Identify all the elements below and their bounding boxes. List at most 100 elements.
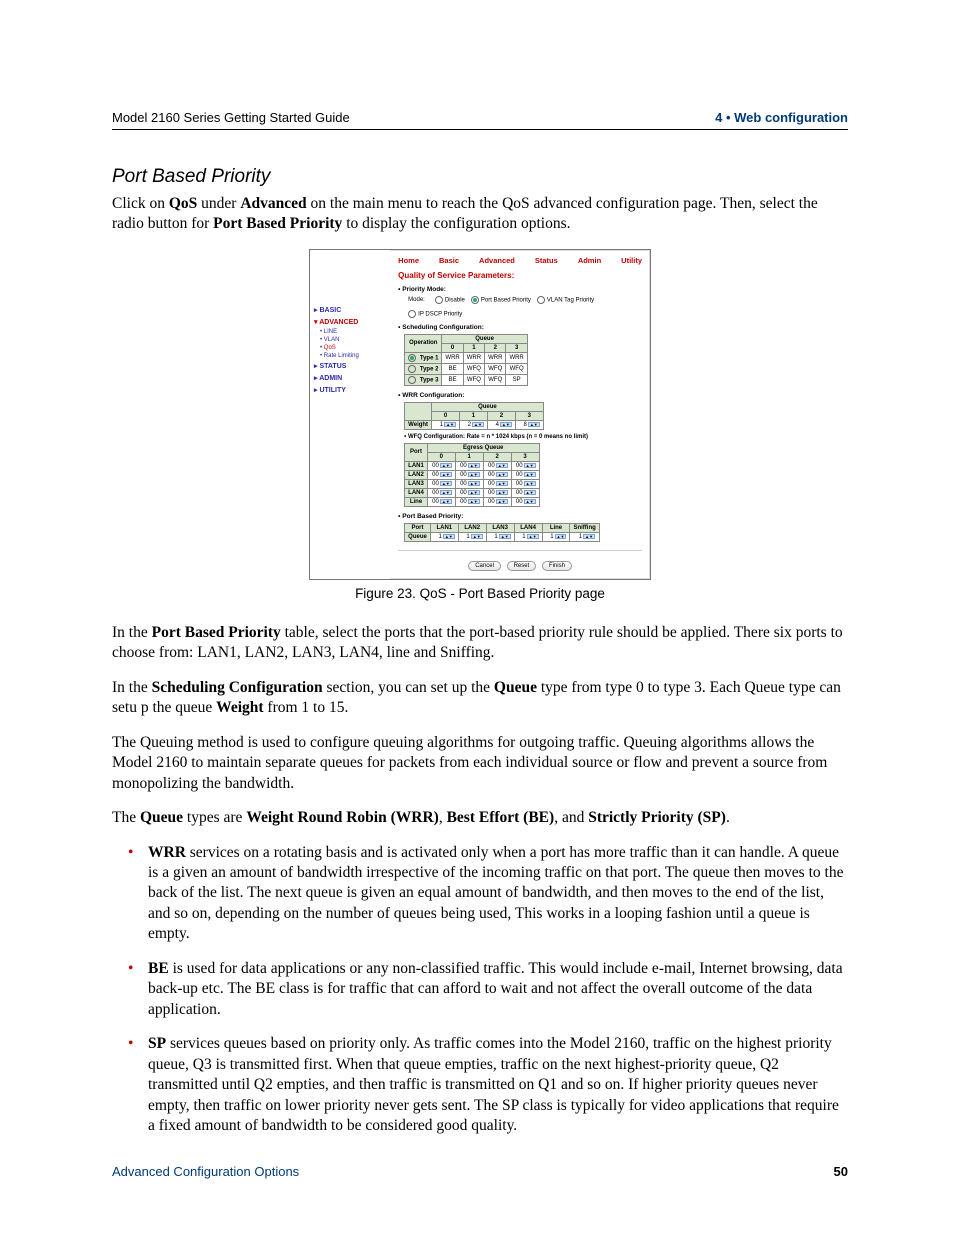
wrr-head: WRR Configuration: xyxy=(398,392,642,399)
wfq-cell[interactable]: 00▲▼ xyxy=(511,461,539,470)
label: Port Based Priority xyxy=(481,297,531,303)
wfq-cell[interactable]: 00▲▼ xyxy=(455,461,483,470)
egress-head: Egress Queue xyxy=(427,443,539,452)
pbp-line[interactable]: 1▲▼ xyxy=(542,532,570,541)
row-label: LAN4 xyxy=(405,488,428,497)
mode-row: Mode: Disable Port Based Priority VLAN T… xyxy=(398,296,642,318)
cell: WFQ xyxy=(485,363,506,374)
divider xyxy=(398,550,642,551)
wfq-cell[interactable]: 00▲▼ xyxy=(483,497,511,506)
sidebar-status[interactable]: ▸ STATUS xyxy=(310,360,390,372)
wfq-cell[interactable]: 00▲▼ xyxy=(455,470,483,479)
wfq-cell[interactable]: 00▲▼ xyxy=(483,479,511,488)
chapter-label: 4 • Web configuration xyxy=(715,110,848,125)
table-row: Line00▲▼00▲▼00▲▼00▲▼ xyxy=(405,497,539,506)
nav-advanced[interactable]: Advanced xyxy=(479,256,515,265)
col-queue: Queue xyxy=(442,334,527,343)
q0: 0 xyxy=(432,411,460,420)
q3: 3 xyxy=(511,452,539,461)
type3-radio[interactable] xyxy=(408,376,416,384)
wfq-cell[interactable]: 00▲▼ xyxy=(455,479,483,488)
weight-2[interactable]: 4▲▼ xyxy=(487,420,515,429)
wfq-cell[interactable]: 00▲▼ xyxy=(427,470,455,479)
wfq-cell[interactable]: 00▲▼ xyxy=(455,497,483,506)
mode-disable[interactable]: Disable xyxy=(435,296,465,304)
cell: WFQ xyxy=(463,363,484,374)
pbp-lan4[interactable]: 1▲▼ xyxy=(514,532,542,541)
wfq-cell[interactable]: 00▲▼ xyxy=(427,497,455,506)
sidebar-item-line[interactable]: LINE xyxy=(310,328,390,336)
pbp-lan3[interactable]: 1▲▼ xyxy=(486,532,514,541)
cell: BE xyxy=(442,374,463,385)
pbp-table: Port LAN1 LAN2 LAN3 LAN4 Line Sniffing Q… xyxy=(404,523,600,542)
list-item: WRR services on a rotating basis and is … xyxy=(132,843,848,945)
list-item: BE is used for data applications or any … xyxy=(132,959,848,1020)
sidebar: ▸ BASIC ▾ ADVANCED LINE VLAN QoS Rate Li… xyxy=(310,250,390,579)
weight-0[interactable]: 1▲▼ xyxy=(432,420,460,429)
wfq-cell[interactable]: 00▲▼ xyxy=(427,461,455,470)
cell: WRR xyxy=(506,352,527,363)
table-row: Queue 1▲▼ 1▲▼ 1▲▼ 1▲▼ 1▲▼ 1▲▼ xyxy=(405,532,600,541)
reset-button[interactable]: Reset xyxy=(507,561,537,571)
table-row: Type 2 BE WFQ WFQ WFQ xyxy=(405,363,528,374)
finish-button[interactable]: Finish xyxy=(542,561,572,571)
pbp-lan2[interactable]: 1▲▼ xyxy=(458,532,486,541)
sidebar-advanced[interactable]: ▾ ADVANCED xyxy=(310,316,390,328)
figure-caption: Figure 23. QoS - Port Based Priority pag… xyxy=(112,586,848,601)
nav-status[interactable]: Status xyxy=(535,256,558,265)
qos-screenshot: ▸ BASIC ▾ ADVANCED LINE VLAN QoS Rate Li… xyxy=(309,249,651,580)
col-lan3: LAN3 xyxy=(486,523,514,532)
sched-config-head: Scheduling Configuration: xyxy=(398,324,642,331)
wfq-cell[interactable]: 00▲▼ xyxy=(511,488,539,497)
nav-home[interactable]: Home xyxy=(398,256,419,265)
table-row: LAN300▲▼00▲▼00▲▼00▲▼ xyxy=(405,479,539,488)
col-lan2: LAN2 xyxy=(458,523,486,532)
header-rule xyxy=(112,129,848,130)
row-label: Weight xyxy=(405,420,432,429)
doc-title: Model 2160 Series Getting Started Guide xyxy=(112,110,350,125)
label: BASIC xyxy=(319,307,341,314)
weight-3[interactable]: 8▲▼ xyxy=(515,420,543,429)
wfq-cell[interactable]: 00▲▼ xyxy=(427,488,455,497)
nav-basic[interactable]: Basic xyxy=(439,256,459,265)
mode-ip-dscp[interactable]: IP DSCP Priority xyxy=(408,310,462,318)
wfq-cell[interactable]: 00▲▼ xyxy=(511,497,539,506)
pbp-sniffing[interactable]: 1▲▼ xyxy=(570,532,599,541)
footer-section: Advanced Configuration Options xyxy=(112,1164,299,1179)
paragraph: The Queuing method is used to configure … xyxy=(112,733,848,794)
q2: 2 xyxy=(483,452,511,461)
type1-radio[interactable] xyxy=(408,354,416,362)
wfq-cell[interactable]: 00▲▼ xyxy=(511,470,539,479)
wfq-cell[interactable]: 00▲▼ xyxy=(483,470,511,479)
q-label: Queue xyxy=(405,532,431,541)
sidebar-item-rate-limiting[interactable]: Rate Limiting xyxy=(310,352,390,360)
sidebar-utility[interactable]: ▸ UTILITY xyxy=(310,384,390,396)
wfq-cell[interactable]: 00▲▼ xyxy=(511,479,539,488)
wfq-cell[interactable]: 00▲▼ xyxy=(427,479,455,488)
mode-port-based[interactable]: Port Based Priority xyxy=(471,296,531,304)
q2: 2 xyxy=(485,343,506,352)
sidebar-basic[interactable]: ▸ BASIC xyxy=(310,304,390,316)
cell: SP xyxy=(506,374,527,385)
sidebar-item-vlan[interactable]: VLAN xyxy=(310,336,390,344)
label: STATUS xyxy=(319,363,346,370)
wfq-cell[interactable]: 00▲▼ xyxy=(455,488,483,497)
wfq-cell[interactable]: 00▲▼ xyxy=(483,461,511,470)
nav-utility[interactable]: Utility xyxy=(621,256,642,265)
cancel-button[interactable]: Cancel xyxy=(468,561,501,571)
nav-admin[interactable]: Admin xyxy=(578,256,601,265)
blank xyxy=(405,402,432,420)
type2-radio[interactable] xyxy=(408,365,416,373)
intro-paragraph: Click on QoS under Advanced on the main … xyxy=(112,194,848,235)
pbp-lan1[interactable]: 1▲▼ xyxy=(430,532,458,541)
cell: WFQ xyxy=(506,363,527,374)
wrr-table: Queue 0 1 2 3 Weight 1▲▼ 2▲▼ 4▲▼ 8▲▼ xyxy=(404,402,544,430)
col-operation: Operation xyxy=(405,334,442,352)
sidebar-admin[interactable]: ▸ ADMIN xyxy=(310,372,390,384)
wfq-cell[interactable]: 00▲▼ xyxy=(483,488,511,497)
sidebar-item-qos[interactable]: QoS xyxy=(310,344,390,352)
mode-vlan-tag[interactable]: VLAN Tag Priority xyxy=(537,296,594,304)
col-lan1: LAN1 xyxy=(430,523,458,532)
top-nav: Home Basic Advanced Status Admin Utility xyxy=(398,256,642,265)
weight-1[interactable]: 2▲▼ xyxy=(459,420,487,429)
